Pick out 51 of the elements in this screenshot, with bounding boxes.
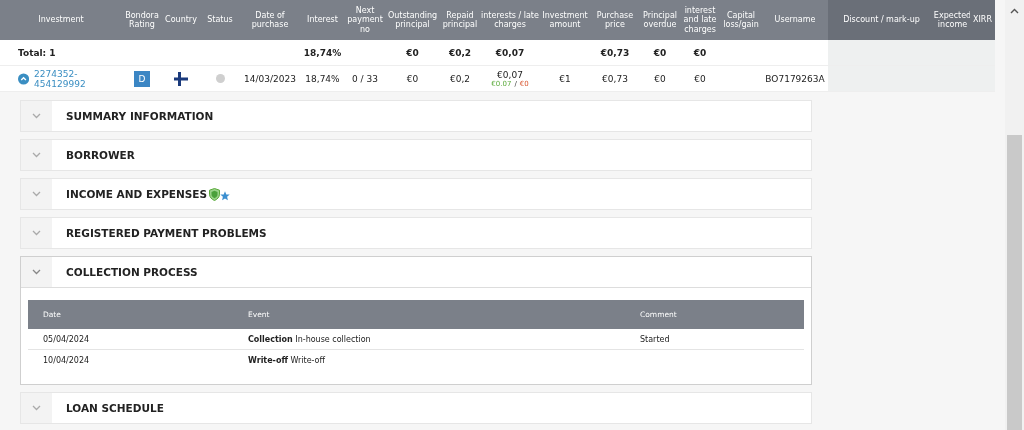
total-label: Total: 1	[18, 47, 56, 58]
column-header: Bondora Rating	[122, 0, 162, 40]
column-header: Repaid principal	[440, 0, 480, 40]
column-header: Status	[200, 0, 240, 40]
investment-link[interactable]: 2274352-454129992	[18, 68, 122, 89]
table-cell: €0	[693, 47, 707, 58]
comment-cell: Started	[640, 334, 670, 344]
table-cell: €0	[406, 47, 419, 58]
table-cell: €0,73	[602, 73, 628, 84]
column-header: Interest	[300, 0, 345, 40]
section-title[interactable]: REGISTERED PAYMENT PROBLEMS	[66, 227, 267, 239]
column-header: XIRR	[970, 0, 995, 40]
table-cell: €0,2	[449, 73, 470, 84]
table-cell: €0	[654, 73, 666, 84]
column-header: Outstanding principal	[385, 0, 440, 40]
section-title[interactable]: SUMMARY INFORMATION	[66, 110, 214, 122]
table-cell: €0	[406, 73, 419, 84]
table-cell: €1	[559, 73, 571, 84]
column-header: Next payment no	[345, 0, 385, 40]
table-cell: €0,07	[495, 47, 525, 58]
date-cell: 05/04/2024	[43, 334, 90, 344]
section-title[interactable]: INCOME AND EXPENSES	[66, 188, 208, 200]
date-cell: 10/04/2024	[43, 355, 90, 365]
table-cell: €0,2	[448, 47, 472, 58]
column-header: Investment	[0, 0, 122, 40]
table-cell: 14/03/2023	[244, 73, 296, 84]
section-title[interactable]: COLLECTION PROCESS	[66, 266, 198, 278]
table-cell: €0,07	[497, 69, 523, 80]
table-cell: BO7179263A	[765, 73, 825, 84]
column-header: Username	[762, 0, 828, 40]
column-header: Purchase price	[590, 0, 640, 40]
column-header: Discount / mark-up	[828, 0, 935, 40]
rating-badge: D	[134, 70, 150, 87]
table-cell: €0	[653, 47, 667, 58]
event-cell: Write-off Write-off	[248, 355, 326, 365]
table-cell: 0 / 33	[352, 73, 378, 84]
column-header: interests / late charges	[480, 0, 540, 40]
column-header: Capital loss/gain	[720, 0, 762, 40]
table-cell: 18,74%	[303, 47, 342, 58]
column-header: Date of purchase	[240, 0, 300, 40]
event-cell: Collection In-house collection	[248, 334, 371, 344]
section-title[interactable]: LOAN SCHEDULE	[66, 402, 164, 414]
column-header: Investment amount	[540, 0, 590, 40]
table-cell: €0,73	[600, 47, 630, 58]
table-cell: €0	[694, 73, 706, 84]
column-header: interest and late charges	[680, 0, 720, 40]
column-header: Expected income	[935, 0, 970, 40]
column-header: Country	[162, 0, 200, 40]
column-header: Principal overdue	[640, 0, 680, 40]
table-cell: 18,74%	[305, 73, 340, 84]
section-title[interactable]: BORROWER	[66, 149, 135, 161]
